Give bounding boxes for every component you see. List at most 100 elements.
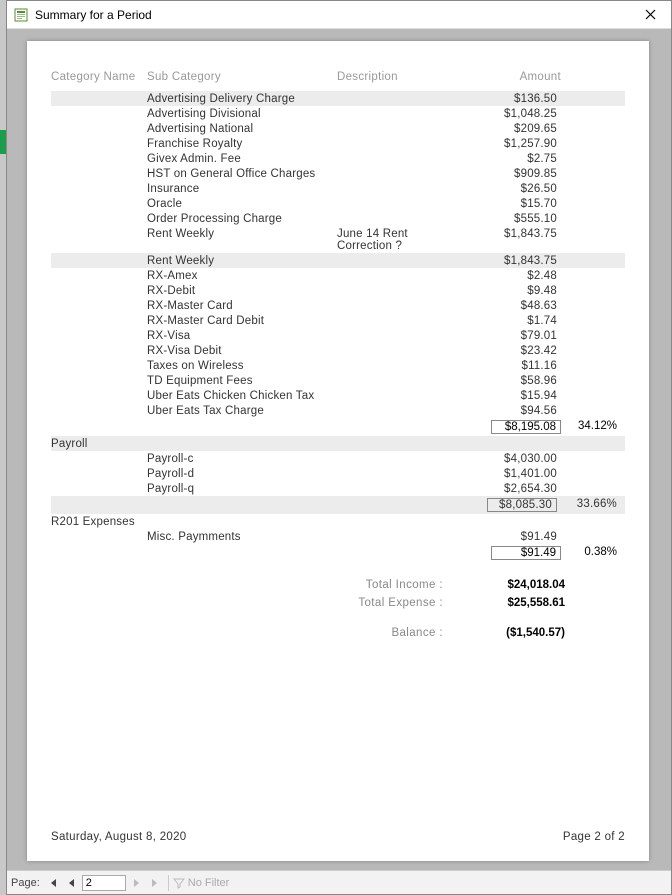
- table-row: RX-Visa$79.01: [51, 328, 625, 343]
- totals-block: Total Income : $24,018.04 Total Expense …: [51, 576, 625, 642]
- table-row: HST on General Office Charges$909.85: [51, 166, 625, 181]
- table-row: Taxes on Wireless $11.16: [51, 358, 625, 373]
- cell-subcategory: RX-Master Card: [147, 300, 337, 312]
- table-row: Franchise Royalty $1,257.90: [51, 136, 625, 151]
- nav-page-input[interactable]: [82, 875, 126, 891]
- cell-subcategory: Payroll-d: [147, 468, 337, 480]
- cell-subcategory: Payroll-c: [147, 453, 337, 465]
- cell-amount: $9.48: [465, 285, 561, 297]
- cell-subcategory: Insurance: [147, 183, 337, 195]
- footer-date: Saturday, August 8, 2020: [51, 831, 563, 843]
- table-row: TD Equipment Fees $58.96: [51, 373, 625, 388]
- table-row: Payroll-q $2,654.30: [51, 481, 625, 496]
- cell-description: [337, 360, 465, 372]
- cell-description: [337, 375, 465, 387]
- subtotal-row: $8,085.3033.66%: [51, 496, 625, 514]
- cell-description: June 14 Rent Correction ?: [337, 228, 465, 252]
- cell-amount: $1,401.00: [465, 468, 561, 480]
- cell-description: [337, 315, 465, 327]
- total-expense-value: $25,558.61: [473, 597, 569, 609]
- cell-subcategory: RX-Visa Debit: [147, 345, 337, 357]
- cell-description: [337, 255, 465, 267]
- cell-subcategory: Givex Admin. Fee: [147, 153, 337, 165]
- table-row: Order Processing Charge $555.10: [51, 211, 625, 226]
- cell-description: [337, 300, 465, 312]
- cell-subcategory: Rent Weekly: [147, 228, 337, 252]
- titlebar: Summary for a Period: [7, 1, 671, 29]
- nav-first-button[interactable]: [44, 874, 62, 892]
- cell-description: [337, 531, 465, 543]
- report-page: Category Name Sub Category Description A…: [27, 41, 649, 861]
- cell-subcategory: Advertising Delivery Charge: [147, 93, 337, 105]
- report-icon: [13, 7, 29, 23]
- cell-amount: $2,654.30: [465, 483, 561, 495]
- cell-description: [337, 270, 465, 282]
- cell-amount: $94.56: [465, 405, 561, 417]
- cell-amount: $1,843.75: [465, 228, 561, 252]
- table-row: Payroll-d $1,401.00: [51, 466, 625, 481]
- cell-subcategory: RX-Visa: [147, 330, 337, 342]
- cell-amount: $15.94: [465, 390, 561, 402]
- cell-amount: $209.65: [465, 123, 561, 135]
- cell-amount: $23.42: [465, 345, 561, 357]
- cell-description: [337, 153, 465, 165]
- cell-description: [337, 453, 465, 465]
- cell-description: [337, 168, 465, 180]
- subtotal-row: $8,195.0834.12%: [51, 418, 625, 436]
- table-row: Oracle$15.70: [51, 196, 625, 211]
- nav-next-button[interactable]: [128, 874, 146, 892]
- report-body: Category Name Sub Category Description A…: [51, 67, 625, 642]
- table-row: RX-Debit$9.48: [51, 283, 625, 298]
- cell-subcategory: TD Equipment Fees: [147, 375, 337, 387]
- subtotal-percent: 0.38%: [561, 546, 617, 560]
- cell-description: [337, 213, 465, 225]
- balance-value: ($1,540.57): [473, 627, 569, 639]
- cell-amount: $48.63: [465, 300, 561, 312]
- cell-amount: $26.50: [465, 183, 561, 195]
- table-row: Payroll-c $4,030.00: [51, 451, 625, 466]
- cell-description: [337, 390, 465, 402]
- cell-amount: $4,030.00: [465, 453, 561, 465]
- cell-description: [337, 138, 465, 150]
- cell-subcategory: Advertising National: [147, 123, 337, 135]
- header-description: Description: [337, 71, 465, 83]
- nav-prev-button[interactable]: [62, 874, 80, 892]
- cell-subcategory: HST on General Office Charges: [147, 168, 337, 180]
- cell-subcategory: Payroll-q: [147, 483, 337, 495]
- subtotal-amount: $8,195.08: [491, 420, 561, 434]
- cell-amount: $555.10: [465, 213, 561, 225]
- table-row: Advertising Divisional$1,048.25: [51, 106, 625, 121]
- cell-description: [337, 183, 465, 195]
- cell-amount: $91.49: [465, 531, 561, 543]
- table-row: Givex Admin. Fee$2.75: [51, 151, 625, 166]
- cell-subcategory: Order Processing Charge: [147, 213, 337, 225]
- cell-subcategory: Taxes on Wireless: [147, 360, 337, 372]
- subtotal-amount: $91.49: [491, 546, 561, 560]
- header-subcategory: Sub Category: [147, 71, 337, 83]
- column-headers: Category Name Sub Category Description A…: [51, 67, 625, 91]
- record-navigation-bar: Page: No Filter: [7, 870, 671, 894]
- page-footer: Saturday, August 8, 2020 Page 2 of 2: [51, 831, 625, 843]
- nav-last-button[interactable]: [146, 874, 164, 892]
- footer-page: Page 2 of 2: [563, 831, 625, 843]
- subtotal-amount: $8,085.30: [487, 498, 557, 512]
- cell-amount: $15.70: [465, 198, 561, 210]
- category-row: Payroll: [51, 436, 625, 451]
- cell-amount: $1,257.90: [465, 138, 561, 150]
- cell-subcategory: RX-Amex: [147, 270, 337, 282]
- cell-amount: $58.96: [465, 375, 561, 387]
- cell-description: [337, 330, 465, 342]
- cell-subcategory: RX-Master Card Debit: [147, 315, 337, 327]
- subtotal-percent: 34.12%: [561, 420, 617, 434]
- header-category: Category Name: [51, 71, 147, 83]
- total-income-value: $24,018.04: [473, 579, 569, 591]
- close-button[interactable]: [635, 5, 665, 25]
- cell-subcategory: Uber Eats Chicken Chicken Tax: [147, 390, 337, 402]
- cell-description: [337, 93, 465, 105]
- total-expense-label: Total Expense :: [51, 597, 473, 609]
- cell-amount: $11.16: [465, 360, 561, 372]
- category-row: R201 Expenses: [51, 514, 625, 529]
- table-row: Misc. Paymments$91.49: [51, 529, 625, 544]
- no-filter-indicator: No Filter: [173, 877, 230, 889]
- cell-subcategory: Franchise Royalty: [147, 138, 337, 150]
